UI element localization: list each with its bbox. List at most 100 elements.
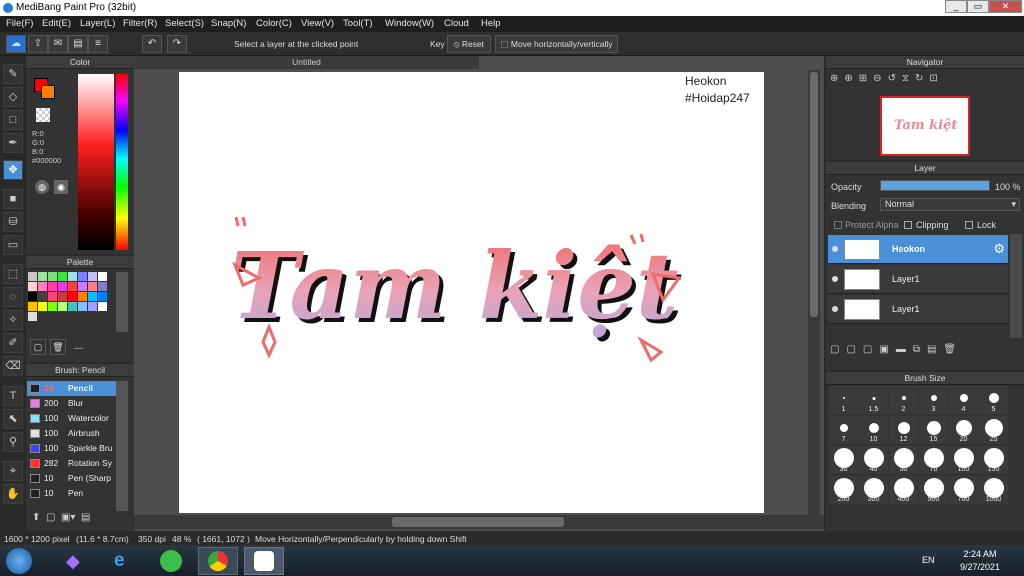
layer-scrollbar[interactable] [1010,234,1022,338]
hand-tool-icon[interactable]: ✋ [3,484,23,504]
color-picker-icon[interactable]: ◉ [54,180,68,194]
palette-swatch[interactable] [68,302,77,311]
lock-checkbox[interactable] [965,221,973,229]
language-indicator[interactable]: EN [922,555,935,565]
brush-item[interactable]: 10 Pen [27,486,128,501]
brush-size-cell[interactable]: 70 [919,446,948,474]
palette-swatch[interactable] [58,272,67,281]
menu-file[interactable]: File(F) [6,18,33,29]
chrome-taskbar-button[interactable] [198,547,238,575]
palette-swatch[interactable] [68,282,77,291]
palette-swatch[interactable] [98,292,107,301]
chat-icon[interactable]: ▤ [68,35,88,53]
eyedropper-tool-icon[interactable]: ⚲ [3,432,23,452]
menu-edit[interactable]: Edit(E) [42,18,71,29]
zoom-fit-icon[interactable]: ⊕ [830,73,844,84]
brush-item[interactable]: 100 Watercolor [27,411,128,426]
palette-swatch[interactable] [28,302,37,311]
palette-swatch[interactable] [68,292,77,301]
gear-icon[interactable]: ⚙ [993,241,1005,257]
zoom-in-icon[interactable]: ⊕ [844,73,858,84]
palette-swatch[interactable] [78,302,87,311]
new-brush-icon[interactable]: ▢ [46,512,55,523]
brush-size-cell[interactable]: 7 [829,416,858,444]
palette-swatch[interactable] [28,272,37,281]
palette-swatch[interactable] [38,272,47,281]
palette-scrollbar[interactable] [116,272,128,332]
clipping-checkbox[interactable] [904,221,912,229]
horizontal-scroll-thumb[interactable] [392,517,564,527]
opacity-slider[interactable] [880,180,990,191]
brush-size-cell[interactable]: 1.5 [859,386,888,414]
brush-settings-icon[interactable]: ▤ [81,512,90,523]
protect-alpha-checkbox[interactable] [834,221,842,229]
palette-swatch[interactable] [98,272,107,281]
menu-help[interactable]: Help [481,18,501,29]
brush-size-cell[interactable]: 5 [979,386,1008,414]
palette-swatch[interactable] [38,302,47,311]
brush-size-cell[interactable]: 1 [829,386,858,414]
brush-size-cell[interactable]: 2 [889,386,918,414]
brush-size-cell[interactable]: 12 [889,416,918,444]
canvas-page[interactable]: Heokon #Hoidap247 Tam kiệt Tam kiệt [179,72,764,513]
brush-item[interactable]: 100 Airbrush [27,426,128,441]
menu-color[interactable]: Color(C) [256,18,292,29]
brush-tool-icon[interactable]: ✎ [3,64,23,84]
menu-layer[interactable]: Layer(L) [80,18,115,29]
green-app-icon[interactable] [160,550,182,572]
clock[interactable]: 2:24 AM 9/27/2021 [952,548,1008,574]
brush-size-cell[interactable]: 50 [889,446,918,474]
brush-size-cell[interactable]: 1000 [979,476,1008,504]
palette-more[interactable]: --- [74,343,83,353]
brush-item[interactable]: 100 Sparkle Bru [27,441,128,456]
saturation-value-box[interactable] [78,74,114,250]
medibang-taskbar-button[interactable] [244,547,284,575]
merge-layer-icon[interactable]: ▤ [927,344,943,355]
palette-swatch[interactable] [58,282,67,291]
text-tool-icon[interactable]: T [3,386,23,406]
palette-swatch[interactable] [88,282,97,291]
eye-icon[interactable] [832,246,838,252]
brush-size-cell[interactable]: 700 [949,476,978,504]
layer-item[interactable]: Layer1 [828,265,1008,294]
brush-size-cell[interactable]: 25 [979,416,1008,444]
brush-size-cell[interactable]: 40 [859,446,888,474]
pen-tool-icon[interactable]: ✒ [3,133,23,153]
palette-swatch[interactable] [78,292,87,301]
palette-swatch[interactable] [28,292,37,301]
duplicate-layer-icon[interactable]: ⧉ [913,344,927,355]
new-8bit-layer-icon[interactable]: ▢ [863,344,879,355]
brush-size-cell[interactable]: 4 [949,386,978,414]
flip-icon[interactable]: ⧖ [902,73,915,84]
folder-icon[interactable]: ▬ [896,344,913,355]
brush-size-cell[interactable]: 30 [829,446,858,474]
minimize-button[interactable]: _ [945,0,967,13]
palette-swatch[interactable] [48,282,57,291]
bucket-tool-icon[interactable]: ⛁ [3,212,23,232]
layer-item[interactable]: Heokon ⚙ [828,235,1008,264]
brush-item[interactable]: 282 Rotation Sy [27,456,128,471]
menu-select[interactable]: Select(S) [165,18,204,29]
visual-studio-icon[interactable]: ◆ [66,551,86,571]
palette-swatch[interactable] [78,272,87,281]
brush-size-cell[interactable]: 300 [859,476,888,504]
start-button[interactable] [6,548,32,574]
share-icon[interactable]: ⇧ [28,35,48,53]
brush-size-cell[interactable]: 3 [919,386,948,414]
brush-size-cell[interactable]: 200 [829,476,858,504]
eye-icon[interactable] [832,276,838,282]
internet-explorer-icon[interactable]: e [114,550,136,572]
palette-swatch[interactable] [58,302,67,311]
brush-size-cell[interactable]: 20 [949,416,978,444]
palette-swatch[interactable] [28,312,37,321]
lasso-tool-icon[interactable]: ◌ [3,287,23,307]
reset-view-icon[interactable]: ⊡ [929,73,943,84]
menu-tool[interactable]: Tool(T) [343,18,373,29]
brush-menu-icon[interactable]: ▣▾ [61,512,75,523]
undo-button[interactable]: ↶ [142,35,162,53]
move-tool-icon[interactable]: ✥ [3,160,23,180]
delete-palette-icon[interactable]: 🗑 [50,339,66,355]
rotate-left-icon[interactable]: ↺ [888,73,902,84]
palette-swatch[interactable] [88,272,97,281]
navigator-preview[interactable]: Tam kiệt [880,96,970,156]
